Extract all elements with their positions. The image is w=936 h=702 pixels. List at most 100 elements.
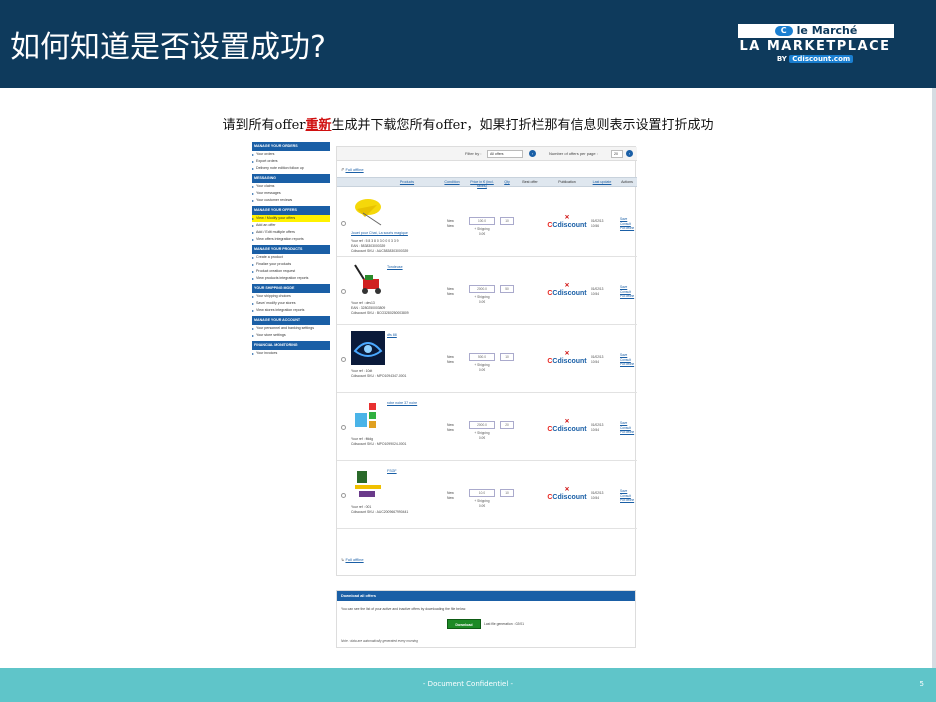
col-publication: Publication bbox=[558, 180, 576, 184]
consult-link[interactable]: Consult bbox=[620, 290, 631, 294]
price-input[interactable]: 100.0 bbox=[469, 217, 495, 225]
put-all-offline-top[interactable]: ↱ Full offline bbox=[341, 167, 364, 172]
condition-value: New New bbox=[447, 491, 454, 500]
product-name-link[interactable]: Tondeuse bbox=[387, 265, 403, 269]
consult-link[interactable]: Consult bbox=[620, 494, 631, 498]
sidebar-link[interactable]: Export orders bbox=[252, 158, 330, 165]
consult-link[interactable]: Consult bbox=[620, 358, 631, 362]
col-qty[interactable]: Qty bbox=[500, 180, 514, 184]
per-page-go-button[interactable]: › bbox=[626, 150, 633, 157]
last-generation-text: Last file generation : 02/01 bbox=[484, 622, 524, 626]
product-thumbnail bbox=[351, 467, 385, 501]
save-link[interactable]: Save bbox=[620, 217, 627, 221]
not-published-icon: ✕ bbox=[564, 487, 570, 493]
sidebar-link[interactable]: Your shipping choices bbox=[252, 293, 330, 300]
price-input[interactable]: 500.0 bbox=[469, 353, 495, 361]
download-header: Download all offers bbox=[337, 591, 635, 601]
sidebar-link[interactable]: Your invoices bbox=[252, 350, 330, 357]
seller-sidebar: MANAGE YOUR ORDERSYour ordersExport orde… bbox=[252, 140, 330, 460]
filter-label: Filter by : bbox=[465, 151, 482, 156]
cdiscount-logo: CCdiscount bbox=[547, 222, 587, 229]
row-checkbox[interactable] bbox=[341, 425, 346, 430]
sidebar-section-header: YOUR SHIPPING MODE bbox=[252, 284, 330, 293]
product-thumbnail bbox=[351, 399, 385, 433]
quantity-input[interactable]: 50 bbox=[500, 285, 514, 293]
put-offline-link[interactable]: Put offline bbox=[620, 362, 634, 366]
row-checkbox[interactable] bbox=[341, 289, 346, 294]
save-link[interactable]: Save bbox=[620, 285, 627, 289]
download-description: You can see the list of your active and … bbox=[341, 607, 466, 611]
per-page-select[interactable]: 20 bbox=[611, 150, 623, 158]
quantity-input[interactable]: 10 bbox=[500, 217, 514, 225]
product-refs: Your ref : ffddg Cdiscount SKU : MPO10990… bbox=[351, 437, 407, 446]
offer-row: robe noire 37 noire Your ref : ffddg Cdisc… bbox=[337, 393, 637, 461]
filter-go-button[interactable]: › bbox=[529, 150, 536, 157]
sidebar-link[interactable]: Your store settings bbox=[252, 332, 330, 339]
row-checkbox[interactable] bbox=[341, 357, 346, 362]
product-name-link[interactable]: FSGF bbox=[387, 469, 397, 473]
col-last-update[interactable]: Last update bbox=[591, 180, 613, 184]
not-published-icon: ✕ bbox=[564, 215, 570, 221]
condition-value: New New bbox=[447, 287, 454, 296]
save-link[interactable]: Save bbox=[620, 353, 627, 357]
consult-link[interactable]: Consult bbox=[620, 426, 631, 430]
download-note: Note : data are automatically generated … bbox=[341, 639, 418, 643]
quantity-input[interactable]: 10 bbox=[500, 353, 514, 361]
sidebar-link[interactable]: Your personnel and banking settings bbox=[252, 325, 330, 332]
sidebar-link[interactable]: Your orders bbox=[252, 151, 330, 158]
slide: 如何知道是否设置成功? Cle Marché LA MARKETPLACE BY… bbox=[0, 0, 936, 702]
sidebar-link[interactable]: View stores integration reports bbox=[252, 307, 330, 314]
consult-link[interactable]: Consult bbox=[620, 222, 631, 226]
save-link[interactable]: Save bbox=[620, 489, 627, 493]
download-button[interactable]: Download bbox=[447, 619, 481, 629]
price-input[interactable]: 2000.0 bbox=[469, 285, 495, 293]
offer-row: FSGF Your ref : 001 Cdiscount SKU : AUC200… bbox=[337, 461, 637, 529]
emphasis-text: 重新 bbox=[305, 118, 332, 133]
quantity-input[interactable]: 20 bbox=[500, 421, 514, 429]
filter-bar: Filter by : All offers › Number of offer… bbox=[337, 147, 637, 161]
put-all-offline-bottom[interactable]: ↳ Full offline bbox=[341, 557, 364, 562]
sidebar-link[interactable]: Your claims bbox=[252, 183, 330, 190]
product-name-link[interactable]: Jouet pour Chat, La souris magique bbox=[351, 231, 408, 235]
sidebar-link[interactable]: View products integration reports bbox=[252, 275, 330, 282]
sidebar-section-header: MANAGE YOUR PRODUCTS bbox=[252, 245, 330, 254]
last-update-value: 01/02/13 10:56 bbox=[591, 219, 604, 228]
sidebar-link[interactable]: Finalize your products bbox=[252, 261, 330, 268]
row-actions: Save Consult Put offline bbox=[620, 489, 634, 503]
sidebar-link[interactable]: Product creation request bbox=[252, 268, 330, 275]
col-condition[interactable]: Condition bbox=[441, 180, 463, 184]
shipping-text: + Shipping 0.0€ bbox=[474, 295, 490, 304]
sidebar-link[interactable]: View / Modify your offers bbox=[252, 215, 330, 222]
slide-title: 如何知道是否设置成功? bbox=[10, 30, 326, 65]
price-input[interactable]: 10.0 bbox=[469, 489, 495, 497]
put-offline-link[interactable]: Put offline bbox=[620, 294, 634, 298]
sidebar-link[interactable]: Delivery note edition follow up bbox=[252, 165, 330, 172]
sidebar-link[interactable]: View offers integration reports bbox=[252, 236, 330, 243]
filter-select[interactable]: All offers bbox=[487, 150, 523, 158]
product-refs: Your ref : 5 8 3 8 0 3 0 0 0 3 3 9 EAN : … bbox=[351, 239, 409, 253]
col-price[interactable]: Price in € (incl. taxes) bbox=[469, 180, 495, 188]
col-products[interactable]: Products bbox=[387, 180, 427, 184]
sidebar-link[interactable]: Save/ modify your stores bbox=[252, 300, 330, 307]
sidebar-section-header: MANAGE YOUR ORDERS bbox=[252, 142, 330, 151]
put-offline-link[interactable]: Put offline bbox=[620, 430, 634, 434]
last-update-value: 01/02/13 10:54 bbox=[591, 423, 604, 432]
row-checkbox[interactable] bbox=[341, 493, 346, 498]
save-link[interactable]: Save bbox=[620, 421, 627, 425]
sidebar-link[interactable]: Add an offer bbox=[252, 222, 330, 229]
put-offline-link[interactable]: Put offline bbox=[620, 226, 634, 230]
row-checkbox[interactable] bbox=[341, 221, 346, 226]
sidebar-link[interactable]: Create a product bbox=[252, 254, 330, 261]
sidebar-link[interactable]: Add / Edit multiple offers bbox=[252, 229, 330, 236]
quantity-input[interactable]: 10 bbox=[500, 489, 514, 497]
sidebar-link[interactable]: Your messages bbox=[252, 190, 330, 197]
sidebar-section-header: MANAGE YOUR OFFERS bbox=[252, 206, 330, 215]
confidential-label: - Document Confidentiel - bbox=[422, 680, 514, 688]
embedded-screenshot: MANAGE YOUR ORDERSYour ordersExport orde… bbox=[250, 140, 638, 648]
sidebar-link[interactable]: Your customer reviews bbox=[252, 197, 330, 204]
put-offline-link[interactable]: Put offline bbox=[620, 498, 634, 502]
product-name-link[interactable]: robe noire 37 noire bbox=[387, 401, 417, 405]
condition-value: New New bbox=[447, 423, 454, 432]
product-name-link[interactable]: dfs 88 bbox=[387, 333, 397, 337]
price-input[interactable]: 2000.0 bbox=[469, 421, 495, 429]
